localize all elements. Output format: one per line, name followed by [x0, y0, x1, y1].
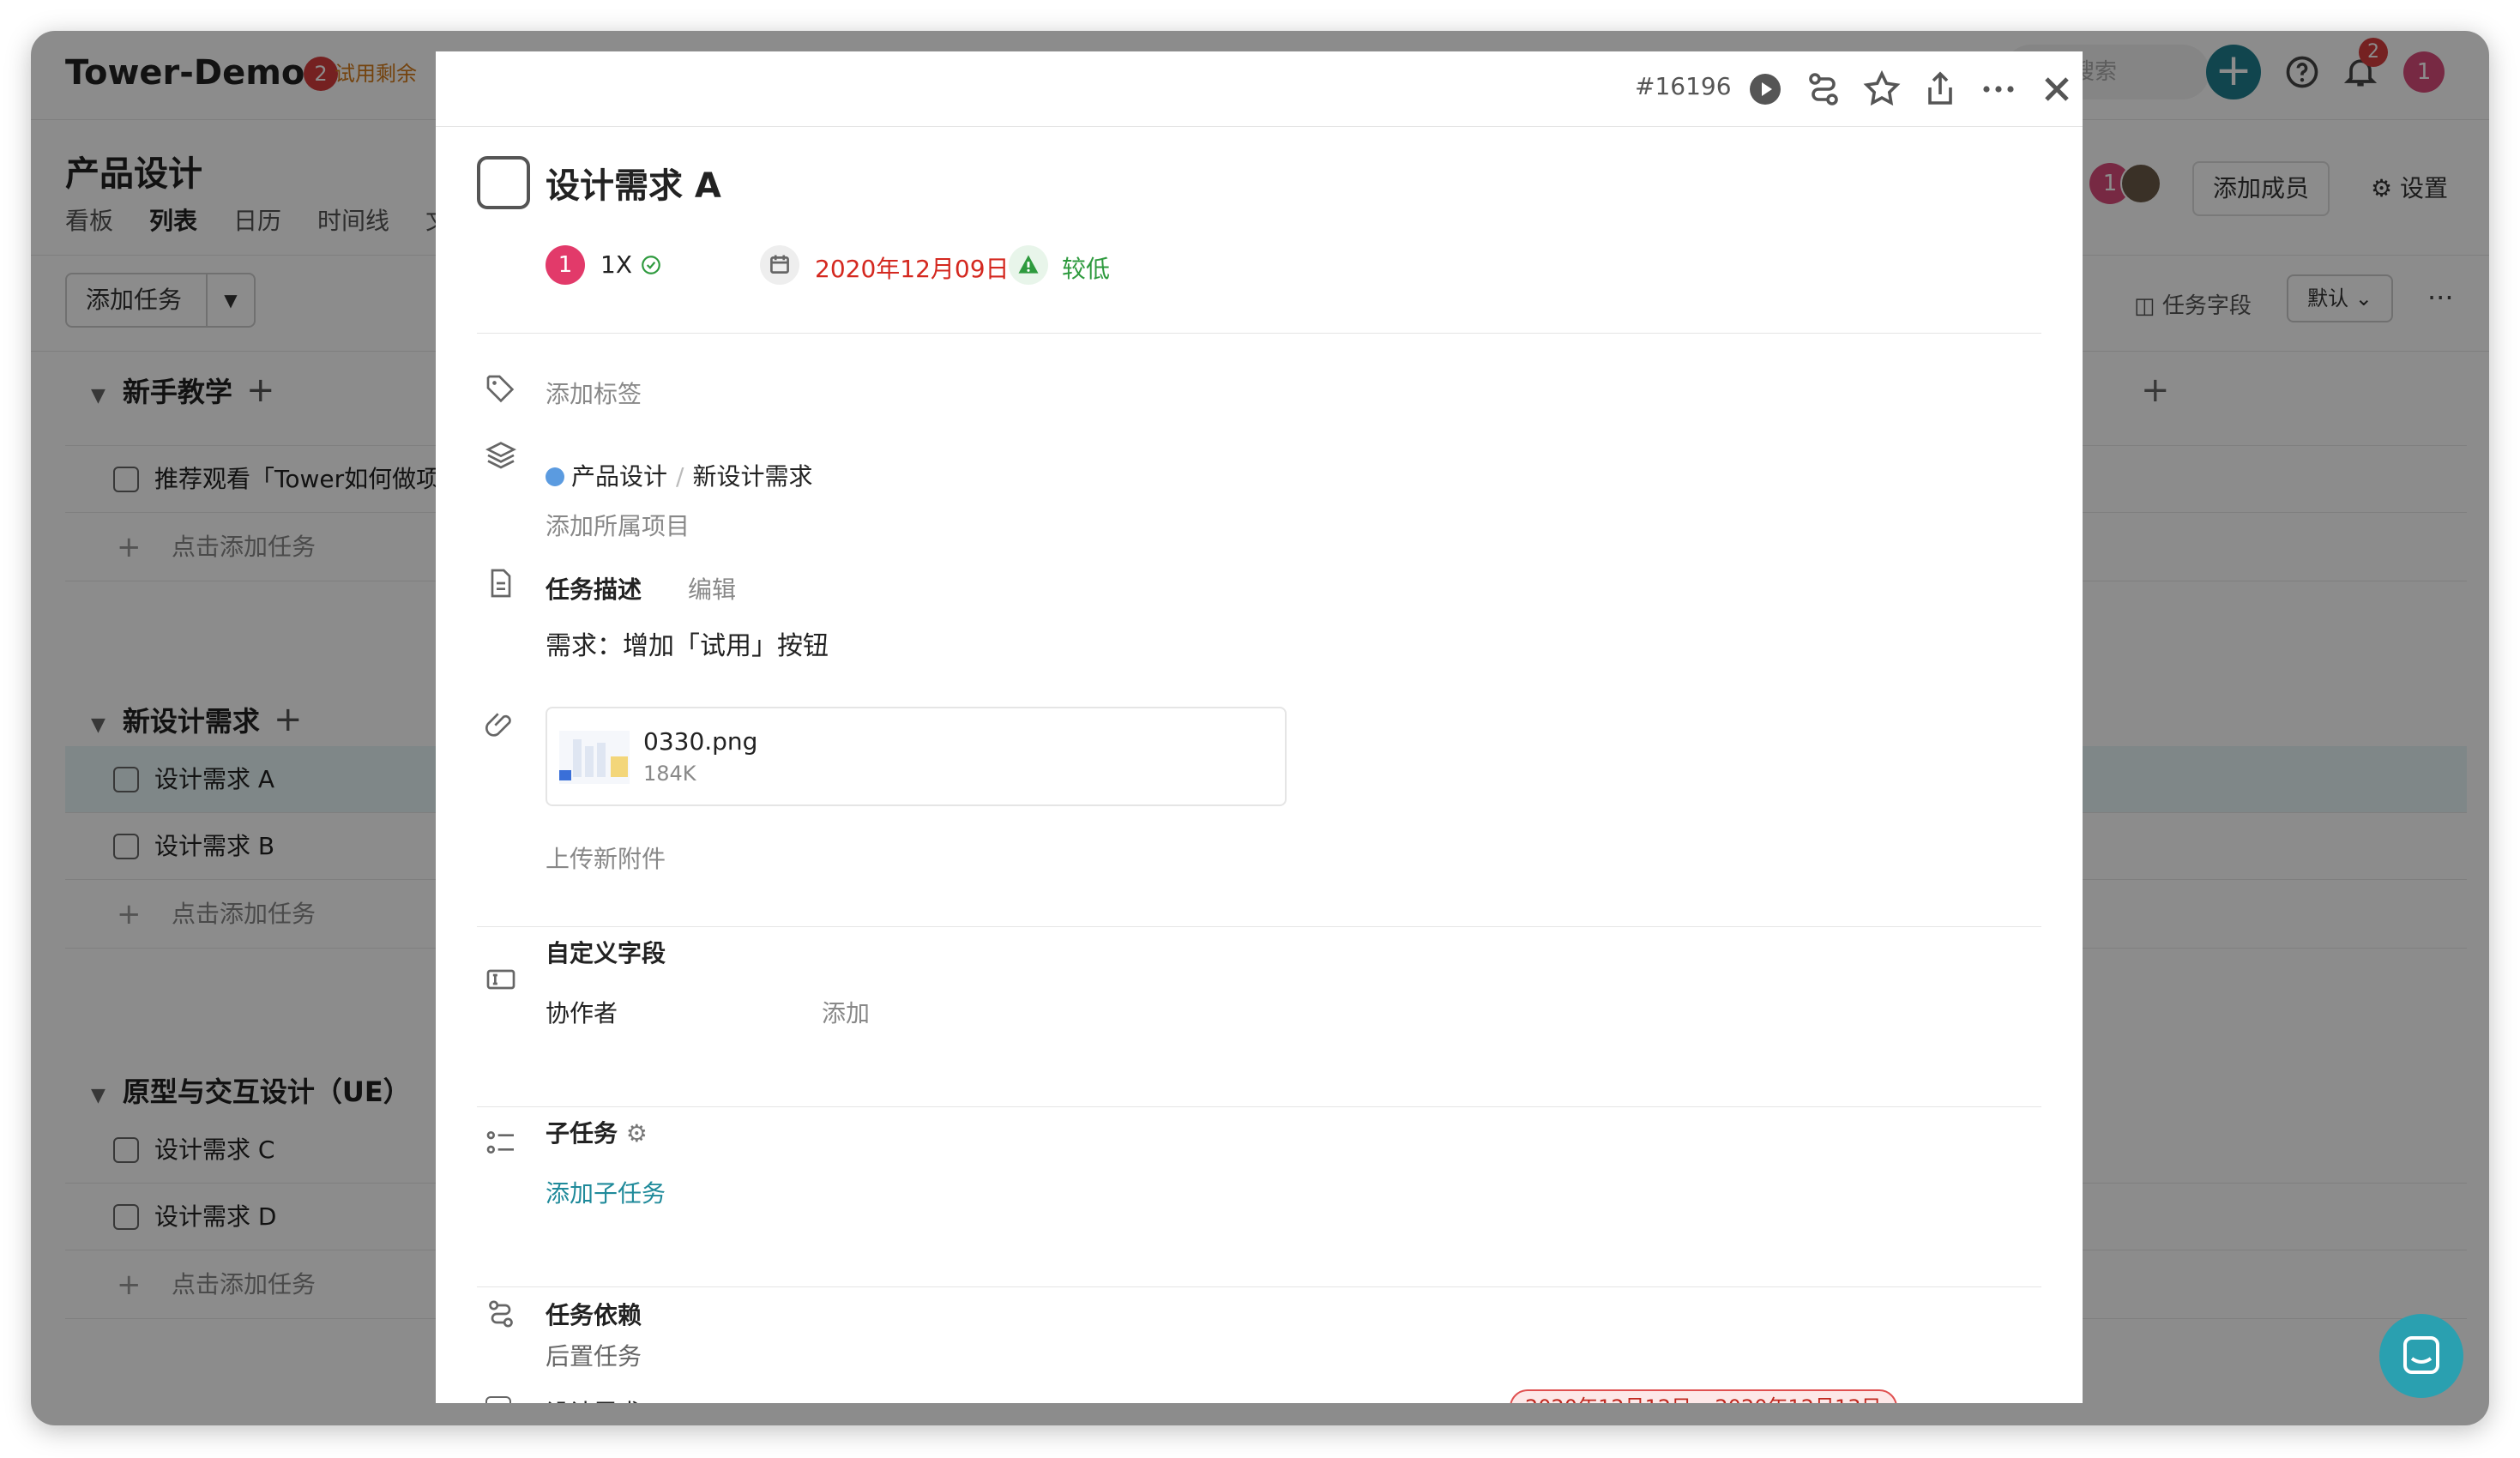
- star-icon[interactable]: [1861, 69, 1902, 110]
- subtasks-label: 子任务 ⚙: [546, 1119, 648, 1148]
- divider: [477, 333, 2041, 334]
- chat-support-button[interactable]: [2379, 1314, 2463, 1398]
- close-icon[interactable]: [2036, 69, 2077, 110]
- chat-icon: [2403, 1336, 2439, 1374]
- add-project-button[interactable]: 添加所属项目: [546, 508, 690, 542]
- task-detail-modal: #16196 设计需求 A 1 1X 2020年12月09日 较低 添加标签 产…: [436, 51, 2083, 1403]
- project-path[interactable]: 产品设计 / 新设计需求: [546, 458, 812, 492]
- upload-attachment-button[interactable]: 上传新附件: [546, 840, 666, 875]
- dependency-icon: [489, 1300, 513, 1328]
- assignee[interactable]: 1X: [600, 250, 662, 279]
- modal-toolbar: #16196: [436, 51, 2083, 127]
- subtask-list-icon: [486, 1131, 514, 1154]
- paperclip-icon: [485, 713, 511, 737]
- play-icon[interactable]: [1745, 69, 1786, 110]
- assignee-avatar[interactable]: 1: [546, 245, 585, 285]
- collaborator-label: 协作者: [546, 999, 618, 1027]
- document-icon: [491, 569, 511, 598]
- image-thumbnail: [559, 731, 630, 784]
- add-tag-button[interactable]: 添加标签: [546, 376, 642, 410]
- check-circle-icon: [642, 256, 660, 274]
- task-id: #16196: [1635, 72, 1732, 100]
- description-label: 任务描述: [546, 575, 642, 604]
- custom-fields-label: 自定义字段: [546, 939, 666, 967]
- tag-icon: [486, 375, 515, 403]
- task-complete-checkbox[interactable]: [477, 156, 530, 209]
- dependency-date-range: 2020年12月12日 – 2020年12月13日: [1510, 1389, 1897, 1403]
- priority[interactable]: 较低: [1062, 250, 1110, 285]
- attachment-name: 0330.png: [643, 727, 758, 756]
- gear-icon[interactable]: ⚙: [626, 1119, 648, 1148]
- add-collaborator-button[interactable]: 添加: [822, 995, 870, 1029]
- divider: [477, 926, 2041, 927]
- add-subtask-button[interactable]: 添加子任务: [546, 1175, 666, 1209]
- due-date[interactable]: 2020年12月09日: [815, 250, 1010, 285]
- layers-icon: [485, 442, 516, 469]
- attachment-size: 184K: [643, 762, 696, 786]
- more-options-icon[interactable]: [1978, 69, 2019, 110]
- calendar-icon[interactable]: [760, 245, 799, 285]
- project-color-dot: [546, 467, 564, 486]
- dependency-icon[interactable]: [1803, 69, 1844, 110]
- app-window: Tower-Demo 2 试用剩余 搜索 + 2 1 产品设计 看板 列表 日历…: [31, 31, 2489, 1425]
- share-icon[interactable]: [1920, 69, 1961, 110]
- text-field-icon: [486, 969, 515, 990]
- dependencies-label: 任务依赖: [546, 1301, 642, 1329]
- dependency-task-name[interactable]: 设计需求 B: [546, 1395, 666, 1403]
- divider: [477, 1286, 2041, 1287]
- attachment-card[interactable]: 0330.png 184K: [546, 707, 1287, 806]
- priority-icon[interactable]: [1009, 245, 1048, 285]
- task-title[interactable]: 设计需求 A: [546, 158, 721, 208]
- successor-label: 后置任务: [546, 1342, 642, 1371]
- description-text[interactable]: 需求：增加「试用」按钮: [546, 624, 829, 662]
- dependency-checkbox[interactable]: [485, 1396, 511, 1403]
- divider: [477, 1106, 2041, 1107]
- edit-description-button[interactable]: 编辑: [688, 571, 736, 605]
